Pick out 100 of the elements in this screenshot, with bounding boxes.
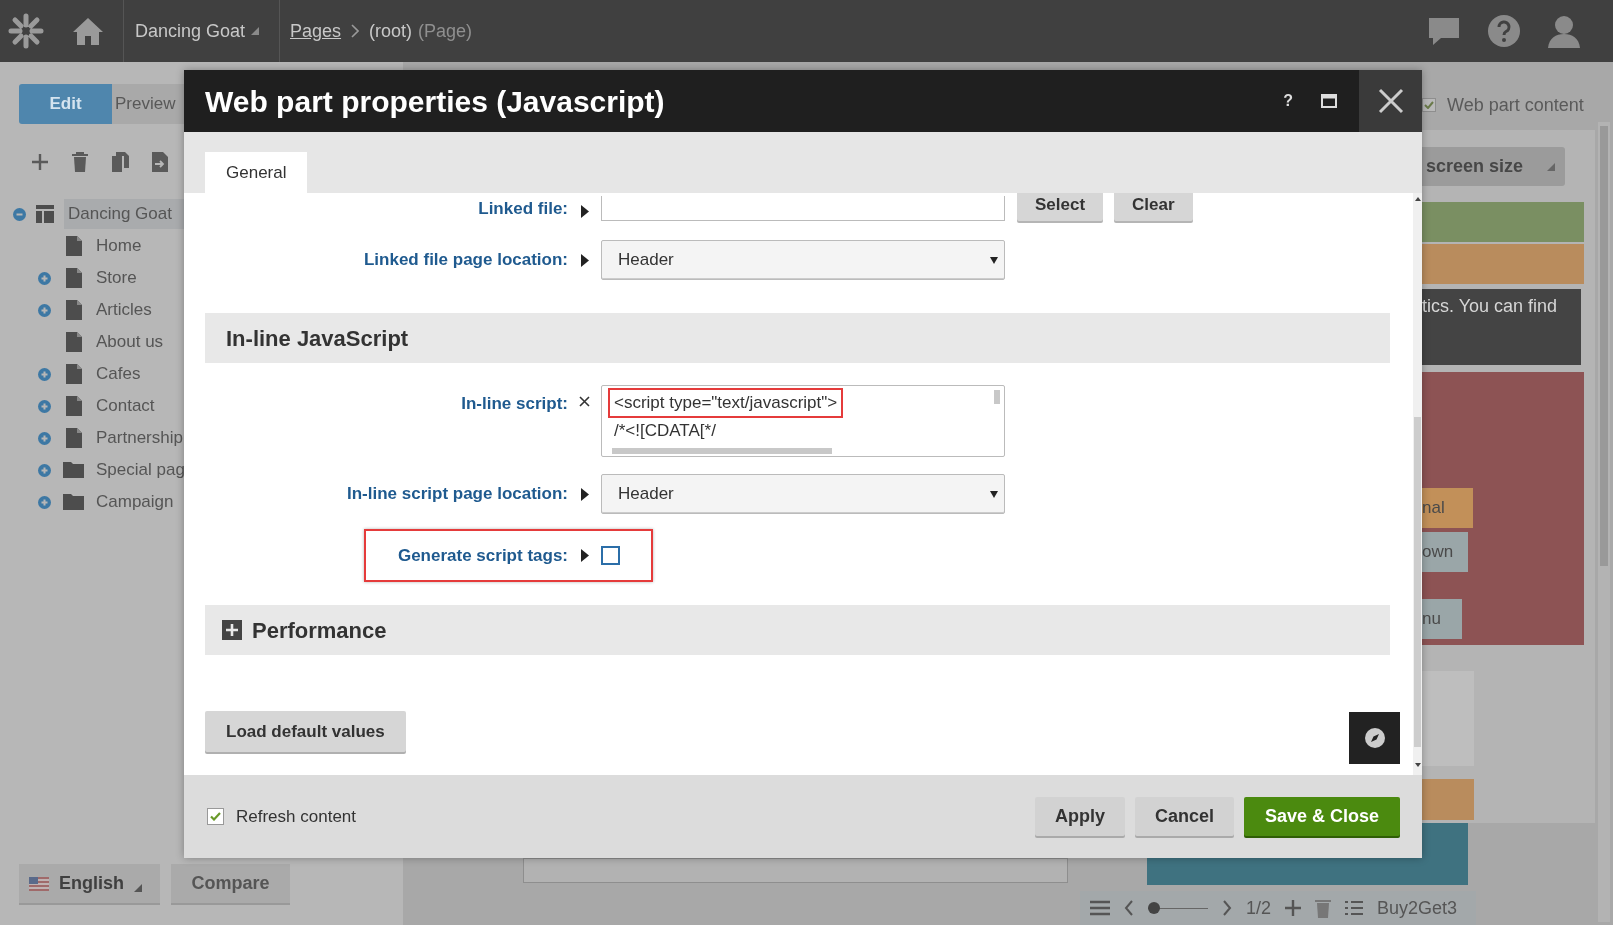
expand-icon[interactable] xyxy=(38,303,51,317)
dialog-title: Web part properties (Javascript) xyxy=(204,83,666,120)
tree-item[interactable]: Contact xyxy=(96,393,155,419)
tree-item[interactable]: Home xyxy=(96,233,142,259)
tree-item[interactable]: About us xyxy=(96,329,164,355)
folder-icon xyxy=(63,494,84,510)
tree-item[interactable]: Campaign xyxy=(96,489,174,515)
variant-label: Buy2Get3 xyxy=(1377,896,1458,920)
expand-arrow-icon xyxy=(580,549,589,562)
dropdown-triangle-icon xyxy=(251,27,260,35)
compass-icon xyxy=(1363,727,1386,749)
dropdown-arrow-icon xyxy=(990,256,998,264)
menu-item[interactable]: nu xyxy=(1422,599,1462,639)
expand-icon[interactable] xyxy=(38,463,51,477)
dropdown[interactable]: Header xyxy=(601,474,1005,514)
scroll-down-icon xyxy=(1414,763,1421,767)
slider-thumb[interactable] xyxy=(1148,902,1160,914)
device-dropdown[interactable]: screen size xyxy=(1422,147,1565,186)
tree-item[interactable]: Special pag xyxy=(96,457,185,483)
breadcrumb-link[interactable]: Pages xyxy=(290,17,342,45)
tree-item[interactable]: Cafes xyxy=(96,361,141,387)
tree-item[interactable]: Articles xyxy=(96,297,152,323)
page-icon xyxy=(65,236,82,256)
delete-icon xyxy=(71,152,89,172)
load-defaults-button[interactable]: Load default values xyxy=(205,711,406,752)
dropdown[interactable]: Header xyxy=(601,240,1005,280)
section-header[interactable]: In-line JavaScript xyxy=(205,313,1390,363)
dropdown-triangle-icon xyxy=(134,883,142,892)
checkmark-icon xyxy=(210,812,221,821)
page-icon xyxy=(65,300,82,320)
code-editor[interactable]: <script type="text/javascript"> /*<![CDATA[*/ xyxy=(601,385,1005,457)
breadcrumb-current: (root) xyxy=(369,19,413,43)
checkbox[interactable] xyxy=(601,546,620,565)
menu-item[interactable]: nal xyxy=(1422,488,1473,528)
help-link[interactable]: ? xyxy=(1283,89,1293,113)
layout-icon xyxy=(36,205,54,223)
move-icon xyxy=(151,152,169,172)
page-band xyxy=(1422,779,1474,820)
dialog-tab[interactable]: General xyxy=(205,152,308,193)
language-selector[interactable]: English xyxy=(19,864,160,903)
field-label: Linked file page location: xyxy=(363,249,568,272)
button[interactable]: Select xyxy=(1017,193,1104,221)
scrollbar-thumb[interactable] xyxy=(994,390,1000,404)
page-type-label: (Page) xyxy=(418,19,473,43)
folder-icon xyxy=(63,462,84,478)
dialog-button[interactable]: Apply xyxy=(1034,797,1125,836)
carousel-slider[interactable] xyxy=(1148,902,1208,914)
mode-tab[interactable]: Preview xyxy=(112,84,184,124)
scrollbar[interactable] xyxy=(1598,122,1610,922)
expand-arrow-icon xyxy=(580,253,589,267)
expand-icon xyxy=(222,620,242,640)
expand-icon[interactable] xyxy=(38,271,51,285)
mode-tab[interactable]: Edit xyxy=(19,84,112,124)
expand-arrow-icon xyxy=(580,205,589,218)
language-label: English xyxy=(59,872,124,895)
expand-icon[interactable] xyxy=(38,367,51,381)
add-icon xyxy=(1285,900,1302,916)
dropdown-triangle-icon xyxy=(1547,162,1555,171)
expand-icon[interactable] xyxy=(38,399,51,413)
scrollbar-thumb[interactable] xyxy=(1600,126,1608,566)
page-icon xyxy=(65,428,82,448)
help-icon xyxy=(1487,14,1521,48)
page-icon xyxy=(65,332,82,352)
tree-item[interactable]: Store xyxy=(96,265,137,291)
add-icon xyxy=(31,153,49,171)
menu-item[interactable]: own xyxy=(1422,532,1468,572)
dialog-button[interactable]: Save & Close xyxy=(1243,797,1400,836)
close-icon xyxy=(1377,88,1404,114)
checkbox[interactable] xyxy=(1422,98,1436,112)
expand-arrow-icon xyxy=(580,487,589,501)
close-button[interactable] xyxy=(1359,70,1422,132)
page-icon xyxy=(65,268,82,288)
chevron-right-icon xyxy=(351,24,360,38)
flag-icon xyxy=(29,876,49,891)
section-header[interactable]: Performance xyxy=(205,605,1390,655)
input-field[interactable] xyxy=(601,196,1005,221)
tree-item[interactable]: Partnership xyxy=(96,425,183,451)
dropdown-arrow-icon xyxy=(990,490,998,498)
collapse-icon[interactable] xyxy=(13,207,26,221)
user-avatar-icon xyxy=(1547,14,1581,48)
clear-icon xyxy=(579,396,590,407)
field-label: Generate script tags: xyxy=(397,544,568,567)
dialog-button[interactable]: Cancel xyxy=(1134,797,1234,836)
asterisk-logo-icon xyxy=(8,13,44,49)
compare-button[interactable]: Compare xyxy=(171,864,290,903)
maximize-icon xyxy=(1321,94,1337,108)
banner-text: tics. You can find xyxy=(1422,295,1559,318)
checkbox[interactable] xyxy=(207,808,224,825)
scrollbar[interactable] xyxy=(1413,193,1422,775)
field-label: In-line script page location: xyxy=(346,483,568,506)
code-line: /*<![CDATA[*/ xyxy=(613,419,717,442)
checkbox-label: Refresh content xyxy=(236,805,356,828)
scrollbar-thumb[interactable] xyxy=(1414,417,1421,747)
scrollbar-thumb[interactable] xyxy=(612,448,832,454)
page-icon xyxy=(65,396,82,416)
site-selector[interactable]: Dancing Goat xyxy=(124,17,279,45)
expand-icon[interactable] xyxy=(38,495,51,509)
button[interactable]: Clear xyxy=(1114,193,1193,221)
navigation-button[interactable] xyxy=(1349,712,1400,764)
expand-icon[interactable] xyxy=(38,431,51,445)
